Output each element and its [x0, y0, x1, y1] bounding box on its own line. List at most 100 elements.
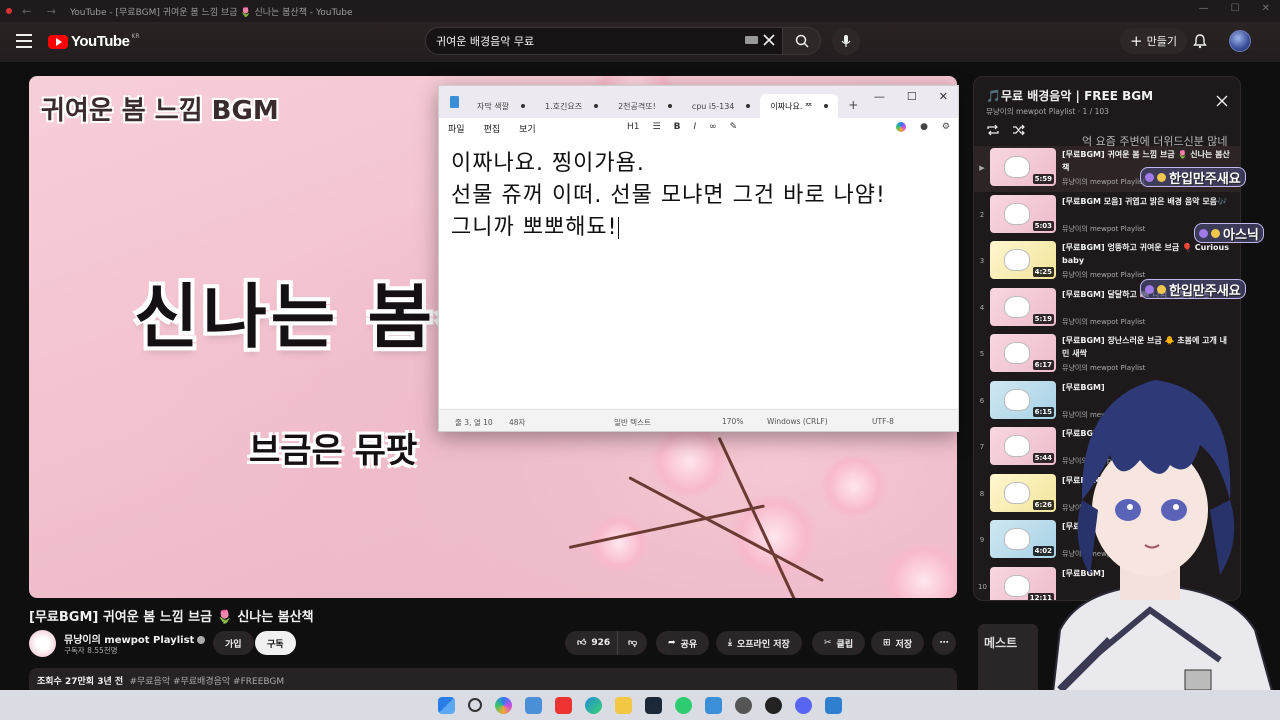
link-icon[interactable]: ∞ [709, 122, 717, 132]
search-icon[interactable] [468, 698, 482, 712]
notepad-window[interactable]: 자막 색깔 1.호긴요즈 2천공격또! cpu i5-134 이짜나요. ᄍ +… [438, 85, 959, 432]
channel-name[interactable]: 뮤냥이의 mewpot Playlist [64, 631, 206, 646]
subscribe-button[interactable]: 구독 [255, 631, 296, 655]
playlist-title[interactable]: 🎵무료 배경음악 | FREE BGM [986, 87, 1153, 104]
playlist-thumbnail[interactable]: 5:19 [990, 287, 1056, 326]
menu-icon[interactable] [16, 34, 32, 48]
more-actions-icon[interactable]: ⋯ [932, 631, 956, 655]
notepad-tab-active[interactable]: 이짜나요. ᄍ [760, 94, 839, 118]
create-button[interactable]: + 만들기 [1120, 28, 1187, 54]
duration-badge: 5:03 [1032, 220, 1054, 231]
bookmark-icon: ⊞ [883, 638, 891, 648]
thumbnail-art [1004, 156, 1030, 178]
playlist-thumbnail[interactable]: 5:59 [990, 148, 1056, 186]
settings-gear-icon[interactable]: ⚙ [942, 122, 950, 132]
notepad-tab[interactable]: cpu i5-134 [682, 94, 761, 118]
youtube-header: YouTube KR 귀여운 배경음악 무료 + 만들기 [0, 22, 1280, 62]
obs-icon[interactable] [735, 696, 752, 714]
playlist-index: 4 [979, 303, 985, 312]
youtube-logo[interactable]: YouTube KR [48, 33, 140, 50]
search-button[interactable] [783, 27, 821, 55]
playlist-item-channel: 뮤냥이의 mewpot Playlist [1062, 224, 1146, 233]
playlist-item-title[interactable]: [무료BGM] 엉뚱하고 귀여운 브금 🎈 Curious baby [1062, 241, 1232, 267]
dislike-button[interactable]: 👎︎ [617, 631, 648, 655]
close-playlist-icon[interactable] [1216, 95, 1228, 107]
menu-view[interactable]: 보기 [519, 122, 536, 135]
search-input[interactable]: 귀여운 배경음악 무료 [425, 27, 783, 55]
channel-avatar[interactable] [29, 630, 56, 657]
edge-icon[interactable] [585, 696, 602, 714]
chat-bubble: 아스닉 [1194, 223, 1264, 243]
notepad-tab[interactable]: 자막 색깔 [467, 94, 535, 118]
widgets-icon[interactable] [525, 696, 542, 714]
thumbs-up-icon: 👍︎ [577, 638, 587, 648]
clear-search-icon[interactable] [762, 33, 776, 47]
unsaved-dot-icon [746, 104, 751, 108]
chat-app-icon[interactable] [675, 696, 692, 714]
notepad-window-controls[interactable]: — ☐ ✕ [874, 90, 948, 103]
notepad-taskbar-icon[interactable] [705, 696, 722, 714]
browser-nav-icons[interactable]: ← → [22, 5, 62, 18]
file-explorer-icon[interactable] [615, 696, 632, 714]
thumbnail-art [1004, 202, 1030, 225]
bold-icon[interactable]: B [674, 122, 681, 132]
char-count: 48자 [509, 418, 526, 427]
notifications-bell-icon[interactable] [1192, 33, 1208, 49]
keyboard-icon[interactable] [745, 36, 758, 44]
playlist-index: 6 [979, 396, 985, 405]
zoom-level: 170% [722, 417, 744, 426]
shuffle-icon[interactable] [1012, 124, 1026, 136]
format-toolbar: H1 ☰ B I ∞ ✎ [627, 122, 737, 132]
notepad-tab-bar: 자막 색깔 1.호긴요즈 2천공격또! cpu i5-134 이짜나요. ᄍ +… [439, 86, 958, 118]
discord-icon[interactable] [795, 696, 812, 714]
thumbnail-art [1004, 249, 1030, 271]
new-tab-icon[interactable]: + [838, 98, 868, 118]
window-controls[interactable]: — ☐ ✕ [1199, 3, 1270, 14]
subscriber-count: 구독자 8.55천명 [64, 646, 118, 655]
steam-icon[interactable] [645, 696, 662, 714]
like-button[interactable]: 👍︎ 926 [565, 631, 619, 655]
account-icon[interactable]: ● [920, 122, 928, 132]
playlist-index: 9 [979, 536, 985, 544]
playlist-index: 2 [979, 210, 985, 219]
recording-dot-icon [6, 8, 12, 14]
playlist-thumbnail[interactable]: 5:03 [990, 194, 1056, 233]
youtube-app-icon[interactable] [555, 696, 572, 714]
blossom-decoration [649, 426, 729, 496]
app-icon[interactable] [765, 696, 782, 714]
minimize-icon: — [1198, 3, 1209, 14]
menu-edit[interactable]: 편집 [484, 122, 501, 135]
playlist-item-title[interactable]: [무료BGM 모음] 귀엽고 밝은 배경 음악 모음🎶 [1062, 195, 1232, 221]
playlist-index: 3 [979, 257, 985, 265]
list-icon[interactable]: ☰ [653, 122, 661, 132]
download-button[interactable]: ⤓ 오프라인 저장 [716, 631, 802, 655]
playlist-item-title[interactable]: [무료BGM] 장난스러운 브금 🐥 초봄에 고개 내민 새싹 [1062, 334, 1232, 360]
italic-icon[interactable]: I [693, 122, 696, 132]
text-caret [617, 217, 619, 239]
clip-button[interactable]: ✂ 클립 [812, 631, 866, 655]
save-button[interactable]: ⊞ 저장 [871, 631, 925, 655]
text-line: 선물 쥬꺼 이떠. 선물 모냐면 그건 바로 나얌! [451, 183, 886, 208]
windows-start-icon[interactable] [438, 696, 455, 714]
share-button[interactable]: ➦ 공유 [656, 631, 710, 655]
copilot-icon[interactable] [896, 122, 907, 132]
clear-format-icon[interactable]: ✎ [730, 122, 738, 132]
heading-select[interactable]: H1 [627, 122, 640, 132]
account-avatar[interactable] [1229, 30, 1251, 52]
notepad-text-area[interactable]: 이짜나요. 찡이가욤. 선물 쥬꺼 이떠. 선물 모냐면 그건 바로 나얌! 그… [439, 138, 958, 408]
description-box[interactable]: 조회수 27만회 3년 전 #무료음악 #무료배경음악 #FREEBGM [29, 668, 957, 690]
playlist-item-channel: 뮤냥이의 mewpot Playlist [1062, 271, 1146, 279]
paint-icon[interactable] [825, 696, 842, 714]
playlist-thumbnail[interactable]: 4:25 [990, 241, 1056, 279]
loop-icon[interactable] [986, 124, 1000, 136]
line-ending: Windows (CRLF) [767, 417, 828, 426]
chat-bubble: 한입만주새요 [1140, 279, 1246, 299]
voice-search-button[interactable] [832, 27, 860, 55]
menu-file[interactable]: 파일 [448, 122, 465, 135]
notepad-tab[interactable]: 2천공격또! [608, 94, 682, 118]
copilot-icon[interactable] [495, 696, 512, 714]
notepad-tab[interactable]: 1.호긴요즈 [535, 94, 608, 118]
youtube-play-icon [48, 34, 68, 49]
join-button[interactable]: 가입 [213, 631, 254, 655]
text-line: 이짜나요. 찡이가욤. [451, 151, 645, 176]
